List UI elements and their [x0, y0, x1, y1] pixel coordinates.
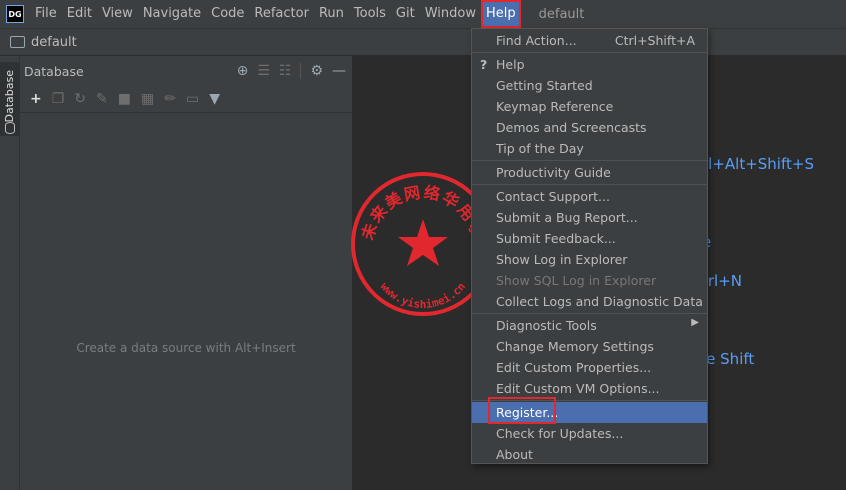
copy-icon[interactable]: ❐ — [52, 91, 65, 107]
menu-item-custom-vm-options[interactable]: Edit Custom VM Options... — [472, 378, 707, 399]
menu-item-label: About — [496, 447, 533, 462]
menu-item-demos[interactable]: Demos and Screencasts — [472, 117, 707, 138]
panel-toolbar: + ❐ ↻ ✎ ■ ▦ ✏ ▭ ▼ — [20, 86, 352, 113]
menu-item-help[interactable]: ? Help — [472, 54, 707, 75]
shortcut-hint-4: le Shift — [702, 350, 755, 368]
folder-icon — [10, 36, 25, 48]
submenu-arrow-icon: ▶ — [691, 317, 699, 328]
menu-item-label: Contact Support... — [496, 189, 610, 204]
menu-item-check-updates[interactable]: Check for Updates... — [472, 423, 707, 444]
menu-item-label: Show Log in Explorer — [496, 252, 628, 267]
menu-item-label: Edit Custom Properties... — [496, 360, 652, 375]
menu-item-label: Change Memory Settings — [496, 339, 654, 354]
menu-item-show-sql-log: Show SQL Log in Explorer — [472, 270, 707, 291]
stop-icon[interactable]: ■ — [118, 91, 131, 107]
navigation-bar: default — [0, 28, 846, 56]
table-icon[interactable]: ▦ — [141, 91, 154, 107]
database-tab-label: Database — [3, 70, 16, 123]
collapse-all-icon[interactable]: ☷ — [279, 63, 292, 79]
menu-item-productivity-guide[interactable]: Productivity Guide — [472, 162, 707, 183]
menu-item-custom-properties[interactable]: Edit Custom Properties... — [472, 357, 707, 378]
app-logo[interactable]: DG — [6, 5, 24, 23]
menu-run[interactable]: Run — [314, 0, 349, 28]
add-icon[interactable]: + — [30, 91, 42, 107]
menu-item-getting-started[interactable]: Getting Started — [472, 75, 707, 96]
menu-item-memory-settings[interactable]: Change Memory Settings — [472, 336, 707, 357]
menu-item-keymap-reference[interactable]: Keymap Reference — [472, 96, 707, 117]
menu-separator — [472, 160, 707, 161]
menu-separator — [472, 313, 707, 314]
menu-navigate[interactable]: Navigate — [138, 0, 206, 28]
shortcut-label: Ctrl+Shift+A — [614, 33, 695, 48]
menu-view[interactable]: View — [97, 0, 138, 28]
menu-item-diagnostic-tools[interactable]: Diagnostic Tools ▶ — [472, 315, 707, 336]
window-project-title: default — [538, 6, 585, 22]
breadcrumb-project[interactable]: default — [31, 35, 77, 50]
menu-item-show-log[interactable]: Show Log in Explorer — [472, 249, 707, 270]
empty-state-text[interactable]: Create a data source with Alt+Insert — [20, 341, 352, 355]
menu-item-label: Collect Logs and Diagnostic Data — [496, 294, 703, 309]
menu-item-label: Tip of the Day — [496, 141, 584, 156]
question-icon: ? — [480, 57, 488, 72]
menu-window[interactable]: Window — [420, 0, 481, 28]
menu-item-label: Submit Feedback... — [496, 231, 616, 246]
menu-item-find-action[interactable]: Find Action... Ctrl+Shift+A — [472, 30, 707, 51]
filter-icon[interactable]: ▼ — [209, 91, 220, 107]
menu-item-about[interactable]: About — [472, 444, 707, 465]
tool-window-strip: Database — [0, 56, 20, 490]
menu-item-label: Diagnostic Tools — [496, 318, 597, 333]
properties-icon[interactable]: ✎ — [96, 91, 108, 107]
shortcut-hint-3: trl+N — [702, 272, 743, 290]
console-icon[interactable]: ▭ — [186, 91, 199, 107]
menu-refactor[interactable]: Refactor — [249, 0, 314, 28]
menu-help[interactable]: Help — [480, 0, 521, 28]
register-highlight-box — [488, 397, 556, 424]
header-divider — [300, 63, 302, 79]
menu-item-tip-of-day[interactable]: Tip of the Day — [472, 138, 707, 159]
expand-all-icon[interactable]: ☰ — [257, 63, 270, 79]
menu-item-label: Show SQL Log in Explorer — [496, 273, 657, 288]
menu-item-label: Productivity Guide — [496, 165, 611, 180]
menu-item-submit-bug[interactable]: Submit a Bug Report... — [472, 207, 707, 228]
minimize-icon[interactable]: — — [332, 63, 346, 79]
menu-item-label: Edit Custom VM Options... — [496, 381, 660, 396]
database-panel: Database ⊕ ☰ ☷ ⚙ — + ❐ ↻ ✎ ■ ▦ ✏ ▭ ▼ Cre… — [20, 56, 353, 490]
menu-item-label: Submit a Bug Report... — [496, 210, 638, 225]
menu-edit[interactable]: Edit — [62, 0, 97, 28]
menu-git[interactable]: Git — [391, 0, 420, 28]
menu-separator — [472, 184, 707, 185]
menu-bar: DG File Edit View Navigate Code Refactor… — [0, 0, 846, 28]
panel-title: Database — [24, 63, 84, 79]
edit-icon[interactable]: ✏ — [164, 91, 176, 107]
menu-separator — [472, 52, 707, 53]
database-icon — [5, 122, 15, 134]
menu-item-contact-support[interactable]: Contact Support... — [472, 186, 707, 207]
crosshair-icon[interactable]: ⊕ — [237, 63, 249, 79]
menu-item-submit-feedback[interactable]: Submit Feedback... — [472, 228, 707, 249]
star-icon — [398, 219, 448, 266]
shortcut-hint-1: rl+Alt+Shift+S — [702, 155, 814, 173]
menu-item-label: Find Action... — [496, 33, 577, 48]
menu-item-label: Demos and Screencasts — [496, 120, 647, 135]
menu-item-label: Check for Updates... — [496, 426, 624, 441]
menu-item-label: Keymap Reference — [496, 99, 614, 114]
menu-item-label: Getting Started — [496, 78, 593, 93]
menu-tools[interactable]: Tools — [349, 0, 391, 28]
menu-item-collect-logs[interactable]: Collect Logs and Diagnostic Data — [472, 291, 707, 312]
menu-code[interactable]: Code — [206, 0, 249, 28]
menu-item-label: Help — [496, 57, 525, 72]
menu-file[interactable]: File — [30, 0, 62, 28]
refresh-icon[interactable]: ↻ — [74, 91, 86, 107]
panel-header: Database ⊕ ☰ ☷ ⚙ — — [20, 56, 352, 86]
gear-icon[interactable]: ⚙ — [310, 63, 323, 79]
database-tool-tab[interactable]: Database — [0, 62, 20, 136]
panel-body: Create a data source with Alt+Insert — [20, 113, 352, 490]
